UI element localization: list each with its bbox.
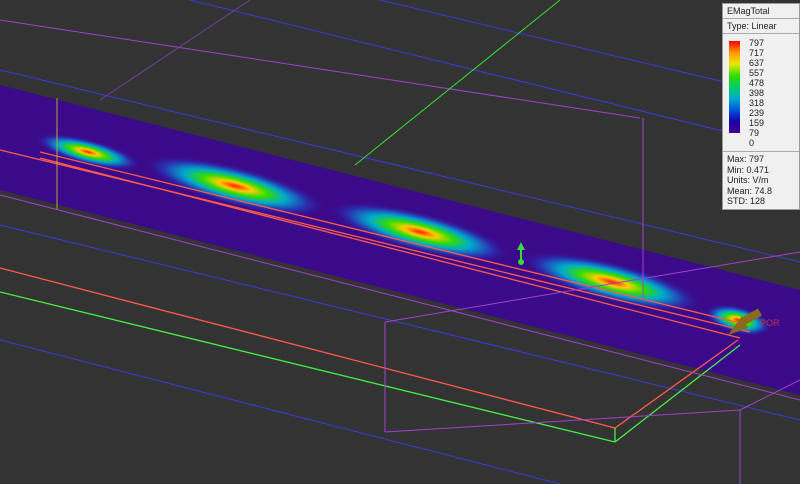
legend-tick: 557 — [749, 68, 765, 78]
legend-type: Type: Linear — [723, 19, 799, 34]
stat-mean: Mean: 74.8 — [727, 185, 773, 196]
3d-viewport[interactable] — [0, 0, 800, 484]
legend-tick: 637 — [749, 58, 765, 68]
color-scale: 797 717 637 557 478 398 318 239 159 79 0 — [723, 34, 799, 152]
stat-min: Min: 0.471 — [727, 164, 770, 175]
color-bar — [729, 41, 740, 133]
stat-std: STD: 128 — [727, 196, 766, 206]
legend-tick: 239 — [749, 108, 765, 118]
field-legend[interactable]: EMagTotal Type: Linear 797 717 637 557 4… — [722, 3, 800, 210]
legend-title: EMagTotal — [723, 4, 799, 19]
legend-tick: 0 — [749, 138, 755, 148]
legend-tick: 478 — [749, 78, 765, 88]
legend-tick: 159 — [749, 118, 765, 128]
legend-tick: 398 — [749, 88, 765, 98]
port-label: POR — [760, 318, 780, 328]
stat-max: Max: 797 — [727, 154, 765, 164]
legend-stats: Max: 797 Min: 0.471 Units: V/m Mean: 74.… — [723, 152, 799, 209]
legend-tick: 318 — [749, 98, 765, 108]
stat-units: Units: V/m — [727, 175, 769, 185]
legend-tick: 797 — [749, 38, 765, 48]
legend-tick: 717 — [749, 48, 765, 58]
legend-tick: 79 — [749, 128, 760, 138]
